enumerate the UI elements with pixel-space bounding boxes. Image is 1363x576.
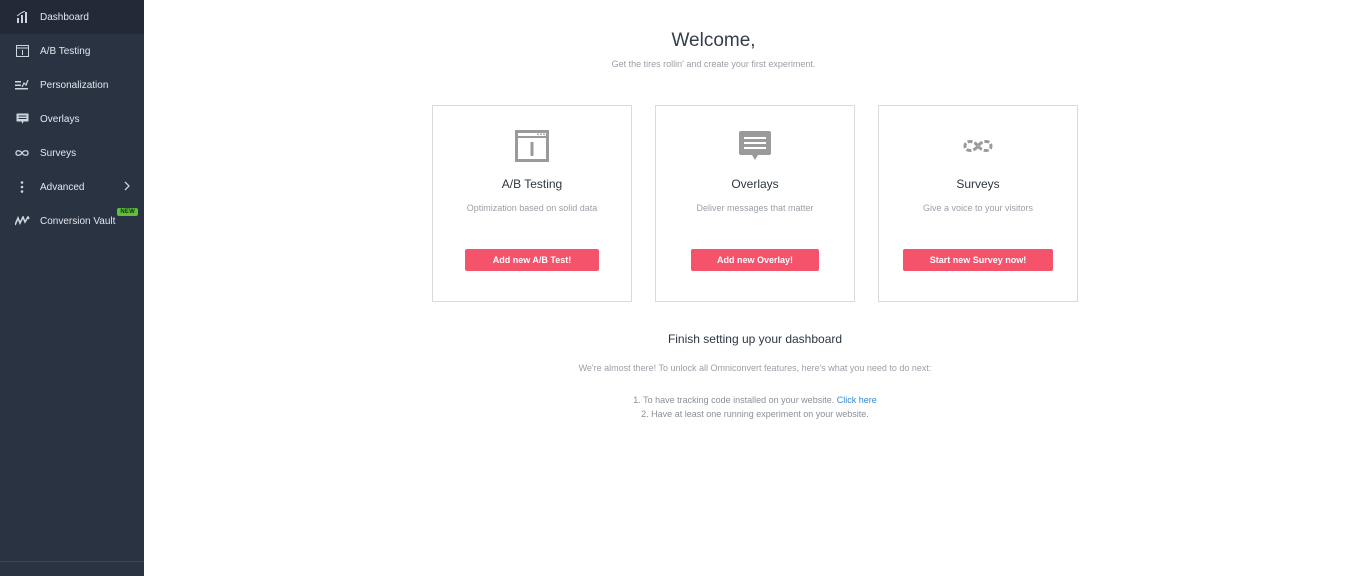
add-ab-test-button[interactable]: Add new A/B Test! [465,249,599,271]
sidebar-item-ab-testing[interactable]: A/B Testing [0,34,144,68]
card-description: Optimization based on solid data [466,203,598,213]
setup-step-text: 1. To have tracking code installed on yo… [633,395,837,405]
sidebar-item-label: Personalization [40,79,109,91]
card-ab-testing: A/B Testing Optimization based on solid … [432,105,632,302]
card-description: Deliver messages that matter [696,203,814,213]
dashboard-icon [14,9,30,25]
sidebar-item-label: Surveys [40,147,77,159]
card-surveys: Surveys Give a voice to your visitors St… [878,105,1078,302]
setup-step: 2. Have at least one running experiment … [641,409,869,419]
surveys-icon [14,145,30,161]
sidebar-item-overlays[interactable]: Overlays [0,102,144,136]
sidebar-item-dashboard[interactable]: Dashboard [0,0,144,34]
click-here-link[interactable]: Click here [837,395,877,405]
setup-subtitle: We're almost there! To unlock all Omnico… [578,363,932,373]
setup-title: Finish setting up your dashboard [667,332,843,346]
main-content: Welcome, Get the tires rollin' and creat… [144,0,1363,576]
sidebar-item-advanced[interactable]: Advanced [0,170,144,204]
setup-steps: 1. To have tracking code installed on yo… [144,393,1363,421]
sidebar-item-label: Conversion Vault [40,215,116,227]
card-title: A/B Testing [501,177,563,191]
browser-window-icon [433,130,631,162]
chevron-right-icon [124,181,130,194]
card-description: Give a voice to your visitors [922,203,1034,213]
personalization-icon [14,77,30,93]
sidebar-item-surveys[interactable]: Surveys [0,136,144,170]
new-badge: NEW [117,208,138,216]
page-title: Welcome, [671,30,756,51]
sidebar-item-label: Advanced [40,181,85,193]
page-subtitle: Get the tires rollin' and create your fi… [611,59,816,69]
add-overlay-button[interactable]: Add new Overlay! [691,249,819,271]
sidebar-item-label: Dashboard [40,11,89,23]
card-title: Surveys [956,177,1000,191]
sidebar-item-label: A/B Testing [40,45,91,57]
sidebar: Dashboard A/B Testing Personalization Ov… [0,0,144,576]
sidebar-divider [0,561,144,562]
infinity-icon [879,130,1077,162]
card-overlays: Overlays Deliver messages that matter Ad… [655,105,855,302]
card-title: Overlays [731,177,779,191]
more-vertical-icon [14,179,30,195]
sidebar-item-personalization[interactable]: Personalization [0,68,144,102]
sidebar-item-label: Overlays [40,113,80,125]
chat-bubble-icon [656,130,854,162]
setup-step: 1. To have tracking code installed on yo… [144,393,1363,407]
overlays-icon [14,111,30,127]
sidebar-item-conversion-vault[interactable]: Conversion Vault NEW [0,204,144,238]
start-survey-button[interactable]: Start new Survey now! [903,249,1053,271]
conversion-vault-icon [14,213,30,229]
ab-testing-icon [14,43,30,59]
